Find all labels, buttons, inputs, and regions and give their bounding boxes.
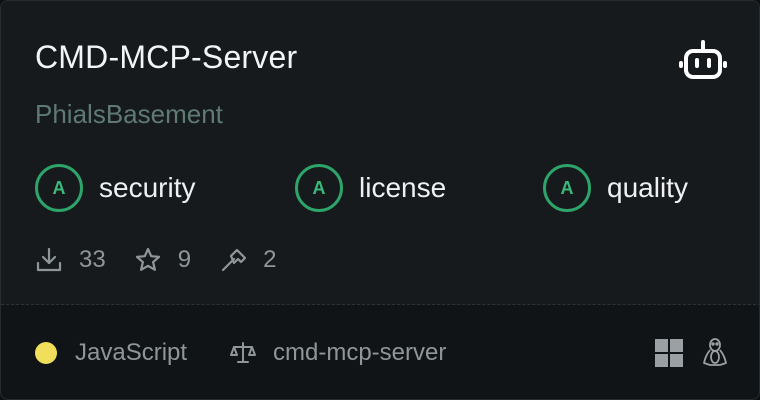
download-icon <box>36 247 62 272</box>
stars-count: 9 <box>177 246 192 273</box>
package-name[interactable]: cmd-mcp-server <box>273 339 446 367</box>
tools-stat: 2 <box>219 246 276 274</box>
grade-label: security <box>99 172 196 203</box>
grade-label: quality <box>607 172 688 203</box>
language-label: JavaScript <box>75 339 188 366</box>
star-icon <box>135 247 160 271</box>
linux-icon <box>703 338 727 366</box>
grade-badge: A <box>543 164 591 212</box>
card-footer: JavaScript cmd-mcp-server <box>1 305 759 399</box>
hammer-icon <box>221 248 247 272</box>
grade-label: license <box>359 172 447 203</box>
downloads-stat: 33 <box>35 246 106 274</box>
scale-icon <box>230 342 256 363</box>
grade-row: A security A license A quality <box>1 163 759 213</box>
tools-count: 2 <box>263 246 277 273</box>
server-owner[interactable]: PhialsBasement <box>35 99 223 130</box>
server-card[interactable]: CMD-MCP-Server PhialsBasement A security… <box>0 0 760 400</box>
downloads-count: 33 <box>79 246 106 273</box>
stars-stat: 9 <box>134 246 191 274</box>
stats-row: 33 9 2 <box>35 241 304 279</box>
language-color-dot <box>35 342 57 364</box>
grade-badge: A <box>35 164 83 212</box>
robot-icon <box>679 40 727 79</box>
server-title[interactable]: CMD-MCP-Server <box>35 39 297 76</box>
grade-badge: A <box>295 164 343 212</box>
grade-quality[interactable]: A quality <box>543 163 688 213</box>
grade-security[interactable]: A security <box>35 163 195 213</box>
grade-license[interactable]: A license <box>295 163 446 213</box>
windows-icon <box>655 339 683 367</box>
